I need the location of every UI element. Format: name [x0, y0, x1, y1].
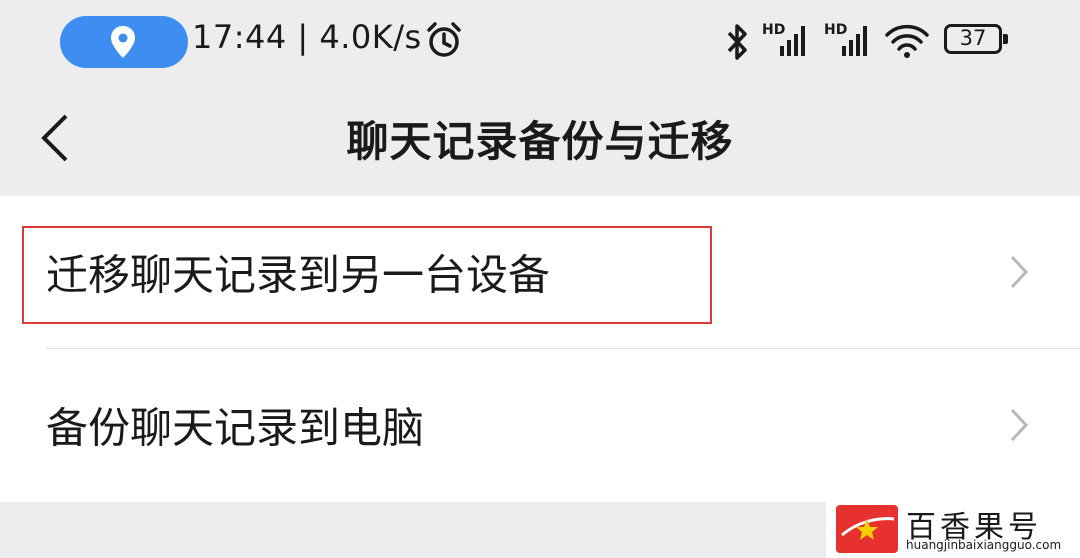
location-pill[interactable]	[60, 16, 188, 68]
list-item-label: 备份聊天记录到电脑	[46, 403, 425, 453]
highlight-box	[22, 226, 712, 324]
time-speed-text: 17:44 | 4.0K/s	[192, 18, 422, 56]
location-icon	[111, 26, 135, 58]
battery-icon: 37	[944, 24, 1008, 54]
watermark-logo	[836, 505, 898, 553]
watermark-url: huangjinbaixiangguo.com	[906, 538, 1062, 552]
star-icon	[841, 517, 895, 540]
wifi-icon	[885, 24, 929, 58]
signal-label: HD	[762, 22, 785, 38]
list-item-backup[interactable]: 备份聊天记录到电脑	[0, 349, 1080, 501]
page-title: 聊天记录备份与迁移	[346, 117, 734, 166]
nav-bar: 聊天记录备份与迁移	[0, 84, 1080, 196]
signal-icon: HD	[762, 22, 805, 56]
battery-level: 37	[959, 26, 987, 50]
watermark: 百香果号 huangjinbaixiangguo.com	[826, 500, 1080, 558]
chevron-right-icon	[1010, 408, 1029, 442]
status-bar: 17:44 | 4.0K/s HD HD 37	[0, 0, 1080, 84]
chevron-right-icon	[1010, 255, 1029, 289]
signal-label: HD	[824, 22, 847, 38]
bluetooth-icon	[727, 24, 747, 60]
signal-icon: HD	[824, 22, 867, 56]
alarm-icon	[427, 22, 461, 57]
